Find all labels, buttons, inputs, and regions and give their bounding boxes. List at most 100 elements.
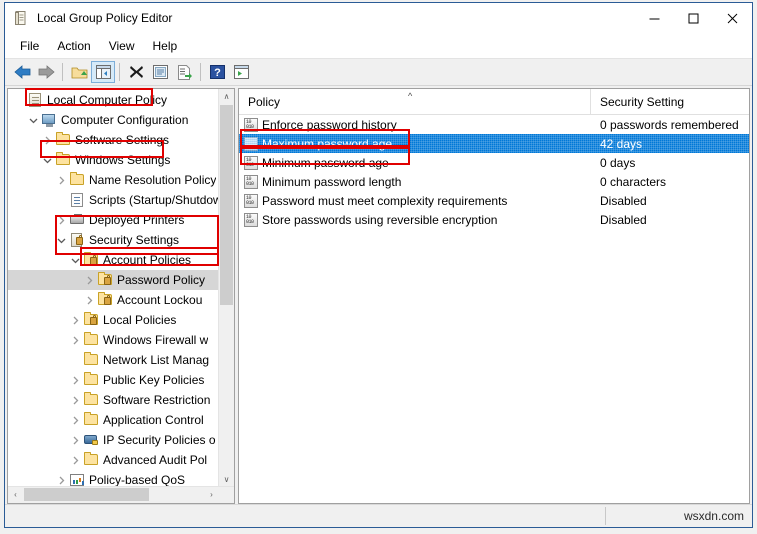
folder-icon — [83, 412, 100, 428]
column-header-security-setting[interactable]: Security Setting — [591, 89, 749, 114]
tree-item-label: Account Lockou — [117, 293, 202, 307]
chevron-right-icon[interactable] — [67, 452, 83, 468]
policy-name-text: Enforce password history — [262, 118, 397, 132]
up-folder-icon[interactable] — [67, 61, 91, 83]
policy-row[interactable]: 10010Minimum password age0 days — [239, 153, 749, 172]
folder-icon — [55, 152, 72, 168]
console-tree-pane: Local Computer Policy Computer Configurat… — [7, 88, 235, 504]
chevron-right-icon[interactable] — [39, 132, 55, 148]
policy-name-text: Minimum password length — [262, 175, 401, 189]
chevron-right-icon[interactable] — [81, 292, 97, 308]
policy-name-text: Minimum password age — [262, 156, 389, 170]
tree-horizontal-scroll-thumb[interactable] — [24, 488, 149, 501]
security-setting-cell: 0 days — [591, 156, 749, 170]
policy-setting-icon: 10010 — [244, 213, 258, 227]
tree-item[interactable]: Local Computer Policy — [8, 90, 220, 110]
tree-item[interactable]: Security Settings — [8, 230, 220, 250]
policy-row[interactable]: Maximum password age42 days — [239, 134, 749, 153]
tree-item[interactable]: Account Policies — [8, 250, 220, 270]
chevron-right-icon[interactable] — [67, 412, 83, 428]
chevron-down-icon[interactable] — [25, 112, 41, 128]
tree-vertical-scrollbar[interactable]: ∧ ∨ — [218, 89, 234, 487]
menu-help[interactable]: Help — [144, 36, 187, 56]
chevron-right-icon[interactable] — [67, 392, 83, 408]
chevron-right-icon[interactable] — [67, 432, 83, 448]
folder-lock-icon — [83, 252, 100, 268]
tree-item[interactable]: Software Settings — [8, 130, 220, 150]
tree-item-label: Scripts (Startup/Shutdow — [89, 193, 220, 207]
chevron-down-icon[interactable] — [67, 252, 83, 268]
policy-document-icon — [13, 10, 29, 26]
tree-item[interactable]: Local Policies — [8, 310, 220, 330]
tree-horizontal-scrollbar[interactable]: ‹ › — [8, 486, 234, 503]
tree-spacer — [11, 92, 27, 108]
tree-item[interactable]: Computer Configuration — [8, 110, 220, 130]
chevron-right-icon[interactable] — [67, 372, 83, 388]
policy-setting-icon: 10010 — [244, 175, 258, 189]
export-list-icon[interactable] — [172, 61, 196, 83]
properties-icon[interactable] — [148, 61, 172, 83]
close-button[interactable] — [713, 3, 752, 33]
tree-item[interactable]: Windows Firewall w — [8, 330, 220, 350]
chevron-right-icon[interactable] — [53, 172, 69, 188]
minimize-button[interactable] — [635, 3, 674, 33]
toolbar-separator — [200, 63, 201, 81]
chevron-right-icon[interactable] — [53, 212, 69, 228]
policy-row[interactable]: 10010Store passwords using reversible en… — [239, 210, 749, 229]
back-arrow-icon[interactable] — [10, 61, 34, 83]
forward-arrow-icon[interactable] — [34, 61, 58, 83]
maximize-button[interactable] — [674, 3, 713, 33]
tree-vertical-scroll-thumb[interactable] — [220, 105, 233, 305]
tree-item[interactable]: Password Policy — [8, 270, 220, 290]
tree-item[interactable]: Network List Manag — [8, 350, 220, 370]
tree-scroll-down-arrow[interactable]: ∨ — [219, 472, 234, 487]
policy-row[interactable]: 10010Minimum password length0 characters — [239, 172, 749, 191]
folder-icon — [69, 172, 86, 188]
script-icon — [69, 192, 86, 208]
tree-item-label: Local Computer Policy — [47, 93, 167, 107]
tree-item-label: Windows Settings — [75, 153, 170, 167]
tree-item[interactable]: Scripts (Startup/Shutdow — [8, 190, 220, 210]
tree-item[interactable]: Deployed Printers — [8, 210, 220, 230]
chevron-right-icon[interactable] — [81, 272, 97, 288]
delete-x-icon[interactable] — [124, 61, 148, 83]
policy-row[interactable]: 10010Enforce password history0 passwords… — [239, 115, 749, 134]
chevron-down-icon[interactable] — [53, 232, 69, 248]
status-bar-divider — [605, 507, 606, 525]
tree-item[interactable]: Advanced Audit Pol — [8, 450, 220, 470]
folder-icon — [83, 352, 100, 368]
tree-item[interactable]: Application Control — [8, 410, 220, 430]
menu-view[interactable]: View — [100, 36, 144, 56]
tree-item-label: Public Key Policies — [103, 373, 204, 387]
tree-scroll-right-arrow[interactable]: › — [204, 487, 219, 502]
chevron-right-icon[interactable] — [67, 312, 83, 328]
tree-item[interactable]: Name Resolution Policy — [8, 170, 220, 190]
column-header-policy[interactable]: Policy ^ — [239, 89, 591, 114]
tree-scroll-left-arrow[interactable]: ‹ — [8, 487, 23, 502]
policy-row[interactable]: 10010Password must meet complexity requi… — [239, 191, 749, 210]
tree-item[interactable]: Windows Settings — [8, 150, 220, 170]
tree-item-label: Deployed Printers — [89, 213, 184, 227]
menu-file[interactable]: File — [11, 36, 48, 56]
help-question-icon[interactable]: ? — [205, 61, 229, 83]
tree-item[interactable]: Account Lockou — [8, 290, 220, 310]
tree-item-label: Application Control — [103, 413, 204, 427]
tree-item[interactable]: Software Restriction — [8, 390, 220, 410]
tree-item[interactable]: IP Security Policies o — [8, 430, 220, 450]
policy-list-header: Policy ^ Security Setting — [239, 89, 749, 115]
tree-scroll-up-arrow[interactable]: ∧ — [219, 89, 234, 104]
tree-item-label: Password Policy — [117, 273, 205, 287]
tree-item-label: Name Resolution Policy — [89, 173, 216, 187]
show-hide-console-tree-icon[interactable] — [91, 61, 115, 83]
tree-item-label: Network List Manag — [103, 353, 209, 367]
chevron-down-icon[interactable] — [39, 152, 55, 168]
policy-name-cell: 10010Enforce password history — [239, 118, 591, 132]
menu-action[interactable]: Action — [48, 36, 99, 56]
folder-icon — [83, 392, 100, 408]
tree-item[interactable]: Public Key Policies — [8, 370, 220, 390]
show-filter-icon[interactable] — [229, 61, 253, 83]
chevron-right-icon[interactable] — [67, 332, 83, 348]
screenshot-root: Local Group Policy Editor File Action Vi… — [0, 0, 757, 534]
policy-name-cell: Maximum password age — [239, 137, 591, 151]
column-header-policy-label: Policy — [248, 95, 280, 109]
